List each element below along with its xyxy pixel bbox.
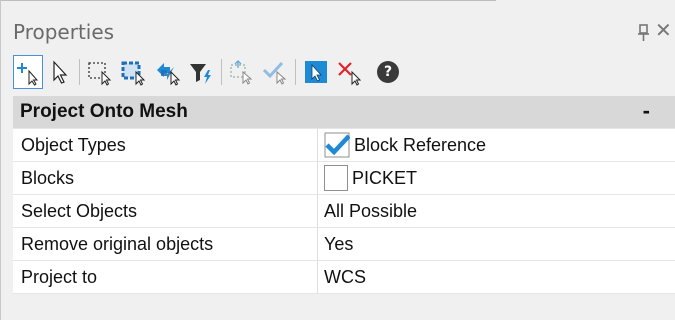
add-selection-icon <box>17 63 39 86</box>
clear-selection-button[interactable] <box>335 55 365 89</box>
property-value[interactable]: All Possible <box>318 195 675 227</box>
property-key: Object Types <box>13 129 318 161</box>
property-row-select-objects[interactable]: Select Objects All Possible <box>13 195 675 228</box>
property-row-object-types[interactable]: Object Types Block Reference <box>13 129 675 162</box>
clear-selection-icon <box>338 62 362 86</box>
object-types-value: Block Reference <box>354 134 487 155</box>
property-key: Project to <box>13 261 318 293</box>
title-bar: Properties ✕ <box>1 0 675 50</box>
panel-title: Properties <box>13 20 115 44</box>
accept-selection-icon <box>262 61 287 85</box>
select-pointer-icon <box>53 60 68 84</box>
property-key: Blocks <box>13 162 318 194</box>
checkbox-checked-icon[interactable] <box>324 132 350 158</box>
property-key: Remove original objects <box>13 228 318 260</box>
accept-selection-button[interactable] <box>261 55 291 89</box>
add-selection-button[interactable] <box>13 55 43 89</box>
pin-icon[interactable] <box>637 24 651 42</box>
select-tool-icon <box>305 61 327 83</box>
properties-panel: Properties ✕ ? Project Onto Mesh - Objec… <box>0 0 675 320</box>
property-grid: Project Onto Mesh - Object Types Block R… <box>13 96 675 294</box>
pick-region-icon <box>230 60 253 85</box>
property-value[interactable]: Yes <box>318 228 675 260</box>
toolbar-separator <box>79 59 80 85</box>
toolbar-separator <box>221 59 222 85</box>
window-select-button[interactable] <box>85 55 115 89</box>
swap-selection-button[interactable] <box>153 55 183 89</box>
crossing-select-icon <box>121 61 146 86</box>
help-icon: ? <box>377 61 399 83</box>
section-title: Project Onto Mesh <box>20 101 188 122</box>
property-row-project-to[interactable]: Project to WCS <box>13 261 675 294</box>
property-value[interactable]: Block Reference <box>318 129 675 161</box>
window-select-icon <box>88 62 112 86</box>
toolbar-separator <box>295 59 296 85</box>
filter-button[interactable] <box>187 55 217 89</box>
property-value[interactable]: WCS <box>318 261 675 293</box>
help-button[interactable]: ? <box>373 55 403 89</box>
collapse-icon[interactable]: - <box>643 98 650 124</box>
select-button[interactable] <box>45 55 75 89</box>
property-row-remove-original[interactable]: Remove original objects Yes <box>13 228 675 261</box>
property-row-blocks[interactable]: Blocks PICKET <box>13 162 675 195</box>
selection-toolbar: ? <box>13 55 533 91</box>
crossing-select-button[interactable] <box>119 55 149 89</box>
swap-selection-icon <box>157 63 181 86</box>
property-value[interactable]: PICKET <box>318 162 675 194</box>
section-header[interactable]: Project Onto Mesh - <box>13 96 675 129</box>
blocks-value: PICKET <box>352 167 418 188</box>
filter-icon <box>190 64 211 84</box>
property-key: Select Objects <box>13 195 318 227</box>
pick-region-button[interactable] <box>227 55 257 89</box>
checkbox-unchecked-icon[interactable] <box>324 165 348 191</box>
help-icon-label: ? <box>383 64 393 80</box>
select-tool-button[interactable] <box>301 55 331 89</box>
close-icon[interactable]: ✕ <box>655 20 672 40</box>
